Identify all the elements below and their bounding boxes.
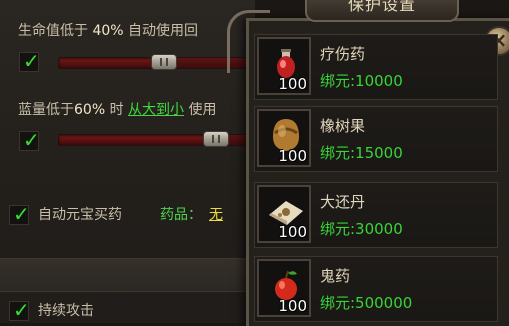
item-quantity: 100: [278, 147, 307, 165]
item-price: 绑元:15000: [320, 144, 403, 162]
item-slot: 100: [257, 185, 311, 243]
popup-title: 保护设置: [347, 0, 416, 14]
item-name: 橡树果: [320, 117, 366, 135]
drug-label: 药品：: [160, 207, 202, 223]
mp-threshold-suffix: 使用: [188, 102, 217, 118]
item-name: 疗伤药: [320, 45, 366, 63]
continuous-attack-checkbox[interactable]: ✓: [9, 298, 30, 322]
drug-item-card[interactable]: 100 橡树果 绑元:15000: [254, 106, 498, 172]
item-quantity: 100: [278, 75, 307, 93]
item-slot: 100: [257, 259, 311, 317]
popup-title-bar: 保护设置: [305, 0, 459, 22]
section-divider: [0, 258, 255, 292]
auto-buy-label: 自动元宝买药: [38, 207, 122, 223]
drug-value[interactable]: 无: [209, 204, 223, 224]
auto-use-settings-panel: 生命值低于 40% 自动使用回 ✓ 蓝量低于60% 时 从大到小 使用 ✓ ✓ …: [0, 0, 255, 323]
mp-threshold-mid: 时: [109, 102, 124, 118]
item-name: 大还丹: [320, 193, 366, 211]
hp-threshold-text: 生命值低于 40% 自动使用回: [18, 20, 198, 40]
item-quantity: 100: [278, 297, 307, 315]
item-price: 绑元:500000: [320, 294, 413, 312]
checkmark-icon: ✓: [23, 49, 40, 73]
drug-item-card[interactable]: 100 疗伤药 绑元:10000: [254, 34, 498, 100]
hp-auto-use-checkbox[interactable]: ✓: [19, 49, 40, 73]
item-name: 鬼药: [320, 267, 351, 285]
continuous-attack-label: 持续攻击: [38, 303, 94, 319]
hp-slider-fill: [58, 57, 165, 69]
mp-auto-use-checkbox[interactable]: ✓: [19, 128, 40, 152]
mp-slider-fill: [58, 134, 212, 146]
hp-threshold-prefix: 生命值低于: [18, 23, 88, 39]
hp-slider-handle[interactable]: [151, 54, 177, 70]
checkmark-icon: ✓: [23, 128, 40, 152]
item-price: 绑元:10000: [320, 72, 403, 90]
checkmark-icon: ✓: [13, 202, 30, 226]
drug-item-card[interactable]: 100 大还丹 绑元:30000: [254, 182, 498, 248]
item-quantity: 100: [278, 223, 307, 241]
item-slot: 100: [257, 37, 311, 95]
mp-threshold-prefix: 蓝量低于: [18, 102, 74, 118]
use-order-link[interactable]: 从大到小: [128, 102, 184, 118]
auto-buy-checkbox[interactable]: ✓: [9, 202, 30, 226]
item-slot: 100: [257, 109, 311, 167]
hp-threshold-percent: 40%: [92, 23, 124, 39]
mp-slider-handle[interactable]: [203, 131, 229, 147]
hp-threshold-suffix: 自动使用回: [128, 23, 199, 39]
mp-threshold-text: 蓝量低于60% 时 从大到小 使用: [18, 99, 216, 119]
item-price: 绑元:30000: [320, 220, 403, 238]
mp-threshold-percent: 60%: [74, 102, 106, 118]
drug-item-card[interactable]: 100 鬼药 绑元:500000: [254, 256, 498, 322]
checkmark-icon: ✓: [13, 298, 30, 322]
